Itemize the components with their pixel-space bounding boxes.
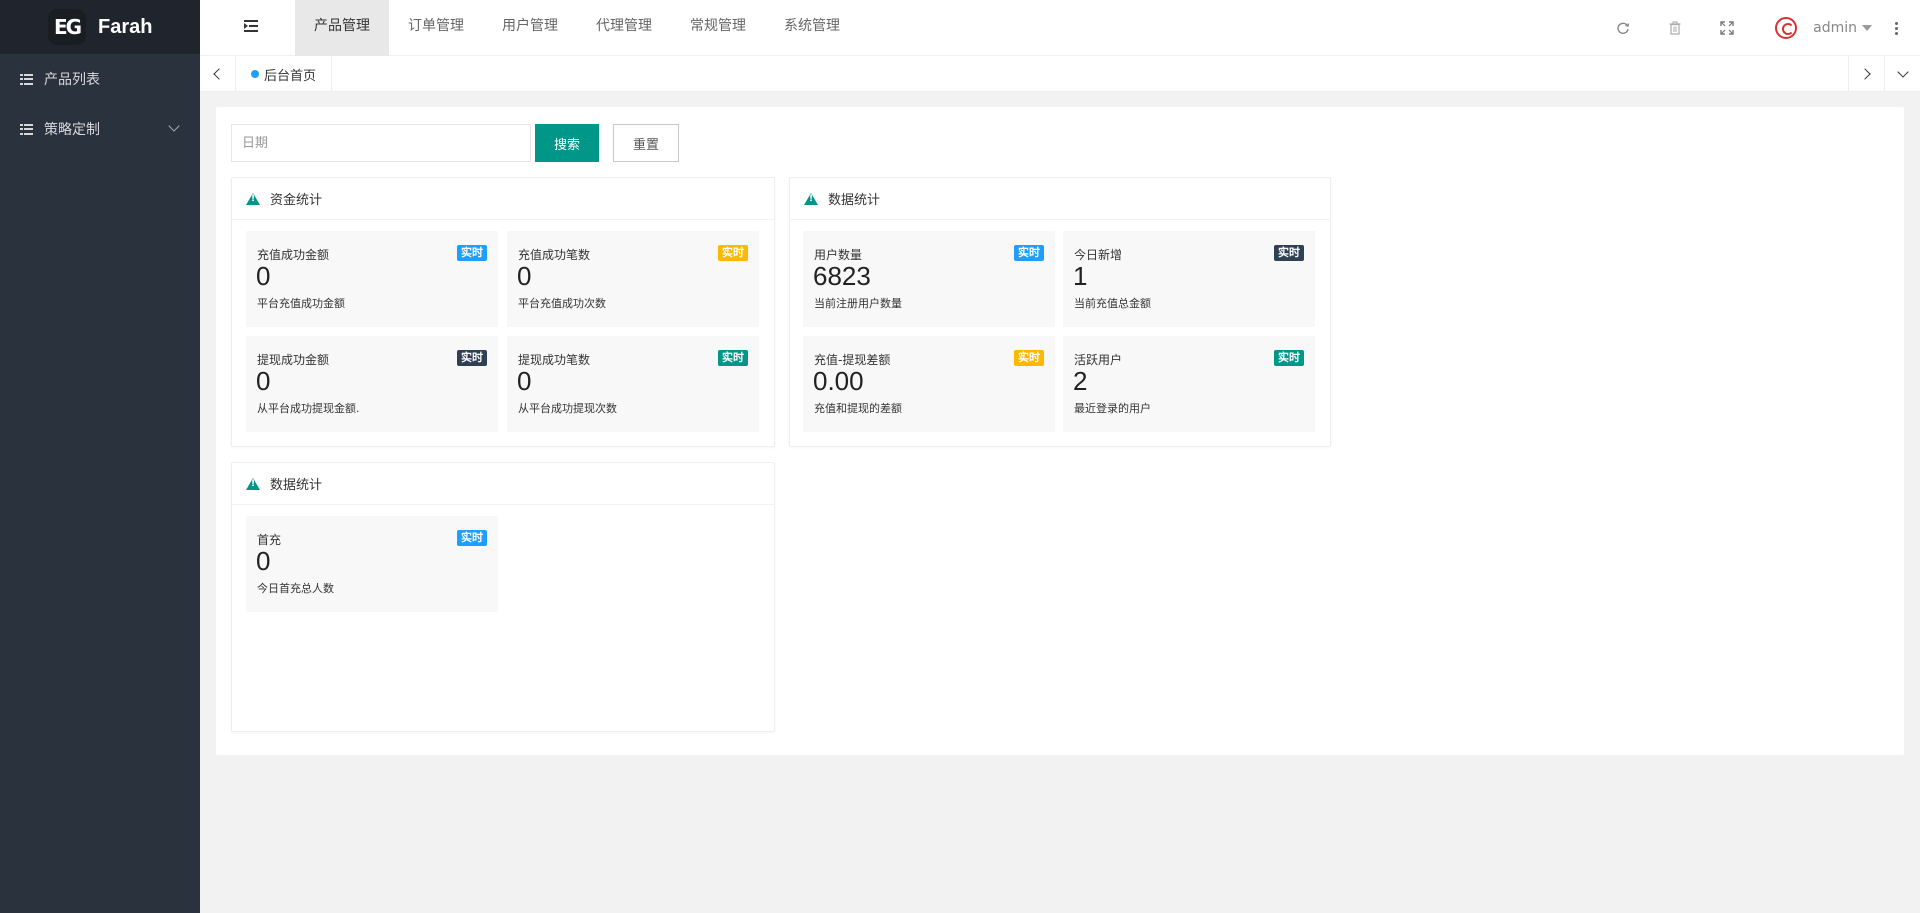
sidebar-item-label: 产品列表 — [44, 69, 100, 89]
sidebar-item-product-list[interactable]: 产品列表 — [0, 54, 200, 104]
chevron-down-icon — [1897, 66, 1908, 77]
stat-desc: 从平台成功提现金额. — [257, 400, 360, 416]
stat-value: 2 — [1073, 366, 1087, 397]
warning-icon — [246, 478, 260, 490]
card-title: 数据统计 — [828, 189, 880, 208]
stat-user-count: 用户数量 实时 6823 当前注册用户数量 — [803, 231, 1055, 327]
tab-system[interactable]: 系统管理 — [765, 0, 859, 56]
tab-user[interactable]: 用户管理 — [483, 0, 577, 56]
realtime-badge: 实时 — [1014, 350, 1044, 366]
card-header: 数据统计 — [790, 178, 1330, 220]
stat-desc: 当前充值总金额 — [1074, 295, 1151, 311]
page-tab-home[interactable]: 后台首页 — [236, 56, 332, 92]
logo[interactable]: EG Farah — [0, 0, 200, 54]
tab-product[interactable]: 产品管理 — [295, 0, 389, 56]
tab-agent[interactable]: 代理管理 — [577, 0, 671, 56]
fullscreen-icon[interactable] — [1701, 0, 1753, 56]
refresh-icon[interactable] — [1597, 0, 1649, 56]
page-tab-label: 后台首页 — [264, 65, 316, 84]
user-menu[interactable]: admin — [1813, 20, 1872, 36]
funds-stats-card: 资金统计 充值成功金额 实时 0 平台充值成功金额 充值成功笔数 实时 0 平台… — [231, 177, 775, 447]
card-header: 资金统计 — [232, 178, 774, 220]
stat-value: 0 — [256, 366, 270, 397]
first-recharge-card: 数据统计 首充 实时 0 今日首充总人数 — [231, 462, 775, 732]
active-dot-icon — [251, 70, 259, 78]
stat-value: 0.00 — [813, 366, 864, 397]
stat-value: 1 — [1073, 261, 1087, 292]
sidebar-item-strategy[interactable]: 策略定制 — [0, 104, 200, 154]
sidebar: EG Farah 产品列表 策略定制 — [0, 0, 200, 913]
stat-value: 0 — [517, 261, 531, 292]
stat-desc: 当前注册用户数量 — [814, 295, 902, 311]
stat-recharge-count: 充值成功笔数 实时 0 平台充值成功次数 — [507, 231, 759, 327]
username: admin — [1813, 20, 1857, 36]
tab-order[interactable]: 订单管理 — [389, 0, 483, 56]
stat-value: 6823 — [813, 261, 871, 292]
realtime-badge: 实时 — [1014, 245, 1044, 261]
realtime-badge: 实时 — [457, 350, 487, 366]
realtime-badge: 实时 — [457, 530, 487, 546]
chevron-left-icon — [213, 68, 224, 79]
main-content: 搜索 重置 资金统计 充值成功金额 实时 0 平台充值成功金额 充值成功笔数 实… — [216, 107, 1904, 755]
stat-desc: 今日首充总人数 — [257, 580, 334, 596]
stat-desc: 平台充值成功金额 — [257, 295, 345, 311]
stat-value: 0 — [517, 366, 531, 397]
trash-icon[interactable] — [1649, 0, 1701, 56]
warning-icon — [246, 193, 260, 205]
tabs-menu-button[interactable] — [1884, 56, 1920, 92]
stat-first-recharge: 首充 实时 0 今日首充总人数 — [246, 516, 498, 612]
realtime-badge: 实时 — [718, 245, 748, 261]
card-title: 资金统计 — [270, 189, 322, 208]
chevron-down-icon — [168, 120, 179, 131]
card-header: 数据统计 — [232, 463, 774, 505]
list-icon — [20, 124, 33, 135]
stat-value: 0 — [256, 546, 270, 577]
stat-today-new: 今日新增 实时 1 当前充值总金额 — [1063, 231, 1315, 327]
caret-down-icon — [1862, 25, 1872, 31]
top-header: 产品管理 订单管理 用户管理 代理管理 常规管理 系统管理 admin — [200, 0, 1920, 56]
stat-desc: 充值和提现的差额 — [814, 400, 902, 416]
realtime-badge: 实时 — [1274, 350, 1304, 366]
stat-desc: 从平台成功提现次数 — [518, 400, 617, 416]
avatar[interactable] — [1775, 17, 1797, 39]
stat-desc: 最近登录的用户 — [1074, 400, 1151, 416]
stat-withdraw-count: 提现成功笔数 实时 0 从平台成功提现次数 — [507, 336, 759, 432]
data-stats-card: 数据统计 用户数量 实时 6823 当前注册用户数量 今日新增 实时 1 当前充… — [789, 177, 1331, 447]
logo-text: Farah — [98, 16, 152, 39]
stat-balance-diff: 充值-提现差额 实时 0.00 充值和提现的差额 — [803, 336, 1055, 432]
sidebar-item-label: 策略定制 — [44, 119, 100, 139]
more-icon[interactable] — [1872, 0, 1920, 56]
stat-withdraw-amount: 提现成功金额 实时 0 从平台成功提现金额. — [246, 336, 498, 432]
card-title: 数据统计 — [270, 474, 322, 493]
tab-general[interactable]: 常规管理 — [671, 0, 765, 56]
stat-value: 0 — [256, 261, 270, 292]
realtime-badge: 实时 — [1274, 245, 1304, 261]
chevron-right-icon — [1859, 68, 1870, 79]
menu-fold-icon[interactable] — [244, 20, 258, 32]
stat-recharge-amount: 充值成功金额 实时 0 平台充值成功金额 — [246, 231, 498, 327]
tabs-prev-button[interactable] — [200, 56, 236, 92]
logo-mark: EG — [48, 9, 86, 45]
realtime-badge: 实时 — [718, 350, 748, 366]
date-input[interactable] — [231, 124, 531, 162]
realtime-badge: 实时 — [457, 245, 487, 261]
header-tools: admin — [1597, 0, 1920, 56]
stat-active-users: 活跃用户 实时 2 最近登录的用户 — [1063, 336, 1315, 432]
search-button[interactable]: 搜索 — [535, 124, 599, 162]
stat-desc: 平台充值成功次数 — [518, 295, 606, 311]
tabs-next-button[interactable] — [1848, 56, 1884, 92]
list-icon — [20, 74, 33, 85]
top-nav: 产品管理 订单管理 用户管理 代理管理 常规管理 系统管理 — [295, 0, 859, 56]
search-bar: 搜索 重置 — [231, 124, 679, 162]
page-tabs-bar: 后台首页 — [200, 56, 1920, 92]
warning-icon — [804, 193, 818, 205]
reset-button[interactable]: 重置 — [613, 124, 679, 162]
